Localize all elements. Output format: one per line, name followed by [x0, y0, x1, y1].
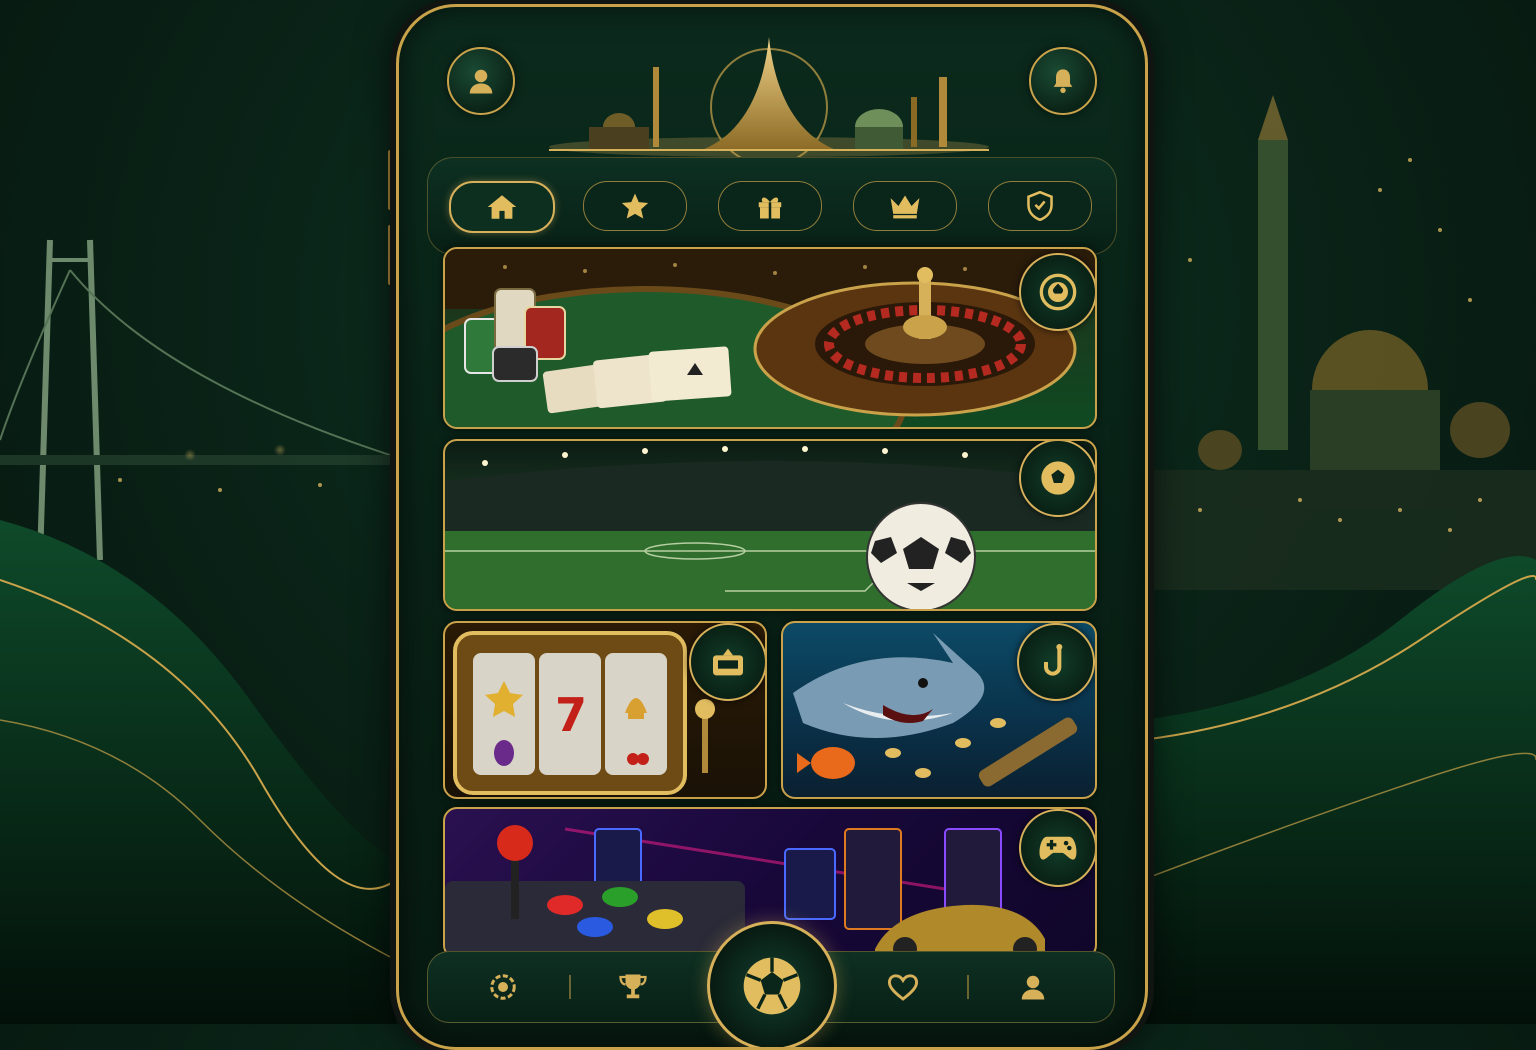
tab-vip[interactable]	[853, 181, 957, 231]
bridge-silhouette	[0, 239, 395, 561]
tab-gifts[interactable]	[718, 181, 822, 231]
nav-favorites[interactable]	[883, 967, 923, 1007]
phone-side-button	[388, 150, 393, 210]
soccer-ball-illustration	[866, 502, 976, 609]
soccer-ball-icon	[743, 957, 801, 1015]
nav-profile[interactable]	[1013, 967, 1053, 1007]
shield-icon	[1027, 191, 1053, 221]
phone-side-button	[388, 225, 393, 285]
fishing-hook-icon	[1044, 644, 1063, 676]
goldfish-illustration	[797, 747, 855, 779]
svg-text:7: 7	[555, 688, 587, 742]
nav-trophy[interactable]	[613, 967, 653, 1007]
slots-badge[interactable]	[689, 623, 765, 701]
fishing-card[interactable]	[781, 621, 1097, 799]
user-icon	[469, 69, 493, 94]
shark-illustration	[793, 633, 985, 738]
heart-icon	[887, 974, 919, 1001]
nav-sports-center-button[interactable]	[707, 921, 837, 1047]
star-icon	[621, 193, 649, 219]
soccer-ball-icon	[1041, 461, 1075, 495]
nav-divider	[967, 975, 969, 999]
nav-casino[interactable]	[483, 967, 523, 1007]
gift-icon	[758, 197, 782, 219]
tab-favorites[interactable]	[583, 181, 687, 231]
tab-home[interactable]	[449, 181, 555, 233]
stadium-illustration	[445, 446, 1095, 609]
notification-button[interactable]	[1029, 47, 1097, 115]
phone-frame: 7	[396, 4, 1148, 1050]
trophy-icon	[619, 974, 647, 999]
crown-icon	[890, 195, 920, 219]
slot-machine-icon	[713, 648, 743, 676]
casino-badge[interactable]	[1019, 253, 1095, 331]
arcade-badge[interactable]	[1019, 809, 1095, 887]
bell-icon	[1053, 69, 1073, 94]
profile-button[interactable]	[447, 47, 515, 115]
gamepad-icon	[1039, 836, 1077, 860]
tab-security[interactable]	[988, 181, 1092, 231]
user-icon	[1021, 975, 1045, 1000]
nav-divider	[569, 975, 571, 999]
slots-card[interactable]: 7	[443, 621, 767, 799]
skyline-banner	[549, 37, 989, 157]
casino-illustration	[445, 249, 1095, 427]
casino-card[interactable]	[443, 247, 1097, 429]
chip-icon	[490, 974, 516, 1000]
fishing-badge[interactable]	[1017, 623, 1095, 701]
sports-badge[interactable]	[1019, 441, 1095, 517]
poker-chip-icon	[1039, 273, 1077, 311]
home-icon	[487, 195, 517, 219]
sports-card[interactable]	[443, 439, 1097, 611]
mosque-silhouette	[1150, 95, 1536, 590]
